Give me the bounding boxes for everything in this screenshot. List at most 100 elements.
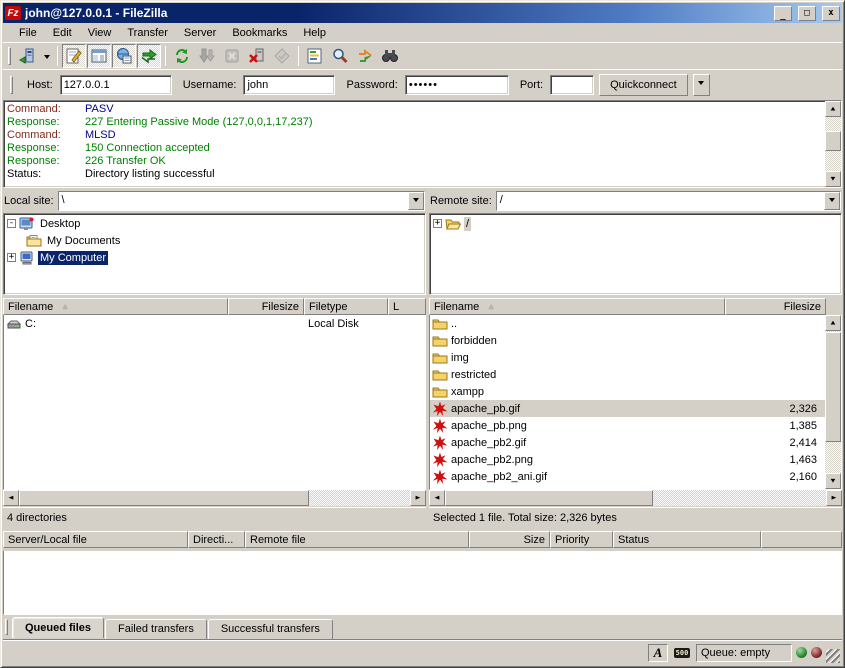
remote-file-row[interactable]: apache_pb.png 1,385 [430,417,825,434]
scroll-down-icon[interactable]: ▼ [825,473,841,489]
column-header-remote-file[interactable]: Remote file [245,531,469,548]
close-button[interactable]: x [822,6,840,21]
password-input[interactable] [405,75,509,95]
column-header-lastmodified[interactable]: L [388,298,426,315]
refresh-button[interactable] [170,44,194,68]
column-header-server-local-file[interactable]: Server/Local file [3,531,188,548]
resize-grip[interactable] [826,649,840,663]
username-label: Username: [177,79,239,91]
synchronized-browsing-button[interactable] [353,44,377,68]
menu-transfer[interactable]: Transfer [119,25,176,41]
column-header-filesize[interactable]: Filesize [228,298,304,315]
local-file-list: C: Local Disk [3,315,426,490]
find-files-button[interactable] [378,44,402,68]
data-type-indicator-icon[interactable]: A [648,644,668,662]
process-queue-button[interactable] [195,44,219,68]
column-header-filesize[interactable]: Filesize [725,298,826,315]
scroll-up-icon[interactable]: ▲ [825,101,841,117]
chevron-down-icon[interactable] [824,192,840,210]
local-file-row[interactable]: C: Local Disk [4,315,425,332]
directory-comparison-button[interactable] [328,44,352,68]
site-manager-button[interactable] [15,44,39,68]
queue-header: Server/Local file Directi... Remote file… [3,531,842,551]
filezilla-logo-icon[interactable]: Fz [5,6,21,20]
tree-item-my-documents[interactable]: My Documents [4,232,425,249]
menu-bookmarks[interactable]: Bookmarks [224,25,295,41]
scroll-left-icon[interactable]: ◄ [3,490,19,506]
toggle-remote-treeview-button[interactable] [112,44,136,68]
quickconnect-dropdown[interactable] [693,74,710,96]
maximize-button[interactable]: □ [798,6,816,21]
minimize-button[interactable]: _ [774,6,792,21]
menu-file[interactable]: File [11,25,45,41]
column-header-direction[interactable]: Directi... [188,531,245,548]
menu-view[interactable]: View [80,25,120,41]
remote-file-row[interactable]: .. [430,315,825,332]
collapse-icon[interactable]: - [7,219,16,228]
scroll-down-icon[interactable]: ▼ [825,171,841,187]
toggle-local-treeview-button[interactable] [87,44,111,68]
disconnect-button[interactable] [245,44,269,68]
local-horizontal-scrollbar[interactable]: ◄ ► [3,490,426,506]
remote-file-row[interactable]: apache_pb2.gif 2,414 [430,434,825,451]
column-header-filetype[interactable]: Filetype [304,298,388,315]
remote-file-row[interactable]: forbidden [430,332,825,349]
remote-file-row-selected[interactable]: apache_pb.gif 2,326 [430,400,825,417]
remote-site-value: / [497,192,824,210]
scroll-right-icon[interactable]: ► [410,490,426,506]
folder-icon [432,367,448,383]
reconnect-button[interactable] [270,44,294,68]
cancel-operation-button[interactable] [220,44,244,68]
local-site-combobox[interactable]: \ [58,191,425,211]
tree-item-my-computer[interactable]: + My Computer [4,249,425,266]
speed-limit-icon[interactable]: 500 [672,644,692,662]
remote-file-row[interactable]: apache_pb2_ani.gif 2,160 [430,468,825,485]
scrollbar-thumb[interactable] [825,131,841,151]
menu-edit[interactable]: Edit [45,25,80,41]
tree-item-root[interactable]: + / [430,215,841,232]
remote-site-combobox[interactable]: / [496,191,841,211]
column-header-filename[interactable]: Filename▲ [429,298,725,315]
remote-horizontal-scrollbar[interactable]: ◄ ► [429,490,842,506]
remote-file-row[interactable]: restricted [430,366,825,383]
scroll-up-icon[interactable]: ▲ [825,315,841,331]
scrollbar-thumb[interactable] [19,490,309,506]
remote-file-row[interactable]: apache_pb2.png 1,463 [430,451,825,468]
tab-successful-transfers[interactable]: Successful transfers [208,619,333,639]
chevron-down-icon[interactable] [408,192,424,210]
scroll-right-icon[interactable]: ► [826,490,842,506]
username-input[interactable] [243,75,335,95]
queue-list[interactable] [3,551,842,615]
tab-queued-files[interactable]: Queued files [12,617,104,638]
column-header-filename[interactable]: Filename▲ [3,298,228,315]
tree-item-label[interactable]: Desktop [38,217,82,231]
column-header-priority[interactable]: Priority [550,531,613,548]
directory-filter-button[interactable] [303,44,327,68]
tree-item-label-selected[interactable]: / [464,217,471,231]
expand-icon[interactable]: + [7,253,16,262]
scroll-left-icon[interactable]: ◄ [429,490,445,506]
title-bar[interactable]: Fz john@127.0.0.1 - FileZilla _ □ x [3,3,842,23]
log-scrollbar[interactable]: ▲ ▼ [825,101,841,187]
toggle-message-log-button[interactable] [62,44,86,68]
site-manager-icon [18,47,36,65]
quickconnect-button[interactable]: Quickconnect [599,74,688,96]
host-input[interactable] [60,75,172,95]
tree-item-label-selected[interactable]: My Computer [38,251,108,265]
menu-help[interactable]: Help [295,25,334,41]
remote-file-row[interactable]: xampp [430,383,825,400]
tree-item-desktop[interactable]: - Desktop [4,215,425,232]
column-header-size[interactable]: Size [469,531,550,548]
scrollbar-thumb[interactable] [825,332,841,442]
tab-failed-transfers[interactable]: Failed transfers [105,619,207,639]
column-header-status[interactable]: Status [613,531,761,548]
port-input[interactable] [550,75,594,95]
tree-item-label[interactable]: My Documents [45,234,122,248]
remote-file-row[interactable]: img [430,349,825,366]
remote-vertical-scrollbar[interactable]: ▲ ▼ [825,315,841,489]
site-manager-dropdown[interactable] [40,44,53,68]
expand-icon[interactable]: + [433,219,442,228]
toggle-transfer-queue-button[interactable] [137,44,161,68]
scrollbar-thumb[interactable] [445,490,653,506]
menu-server[interactable]: Server [176,25,224,41]
